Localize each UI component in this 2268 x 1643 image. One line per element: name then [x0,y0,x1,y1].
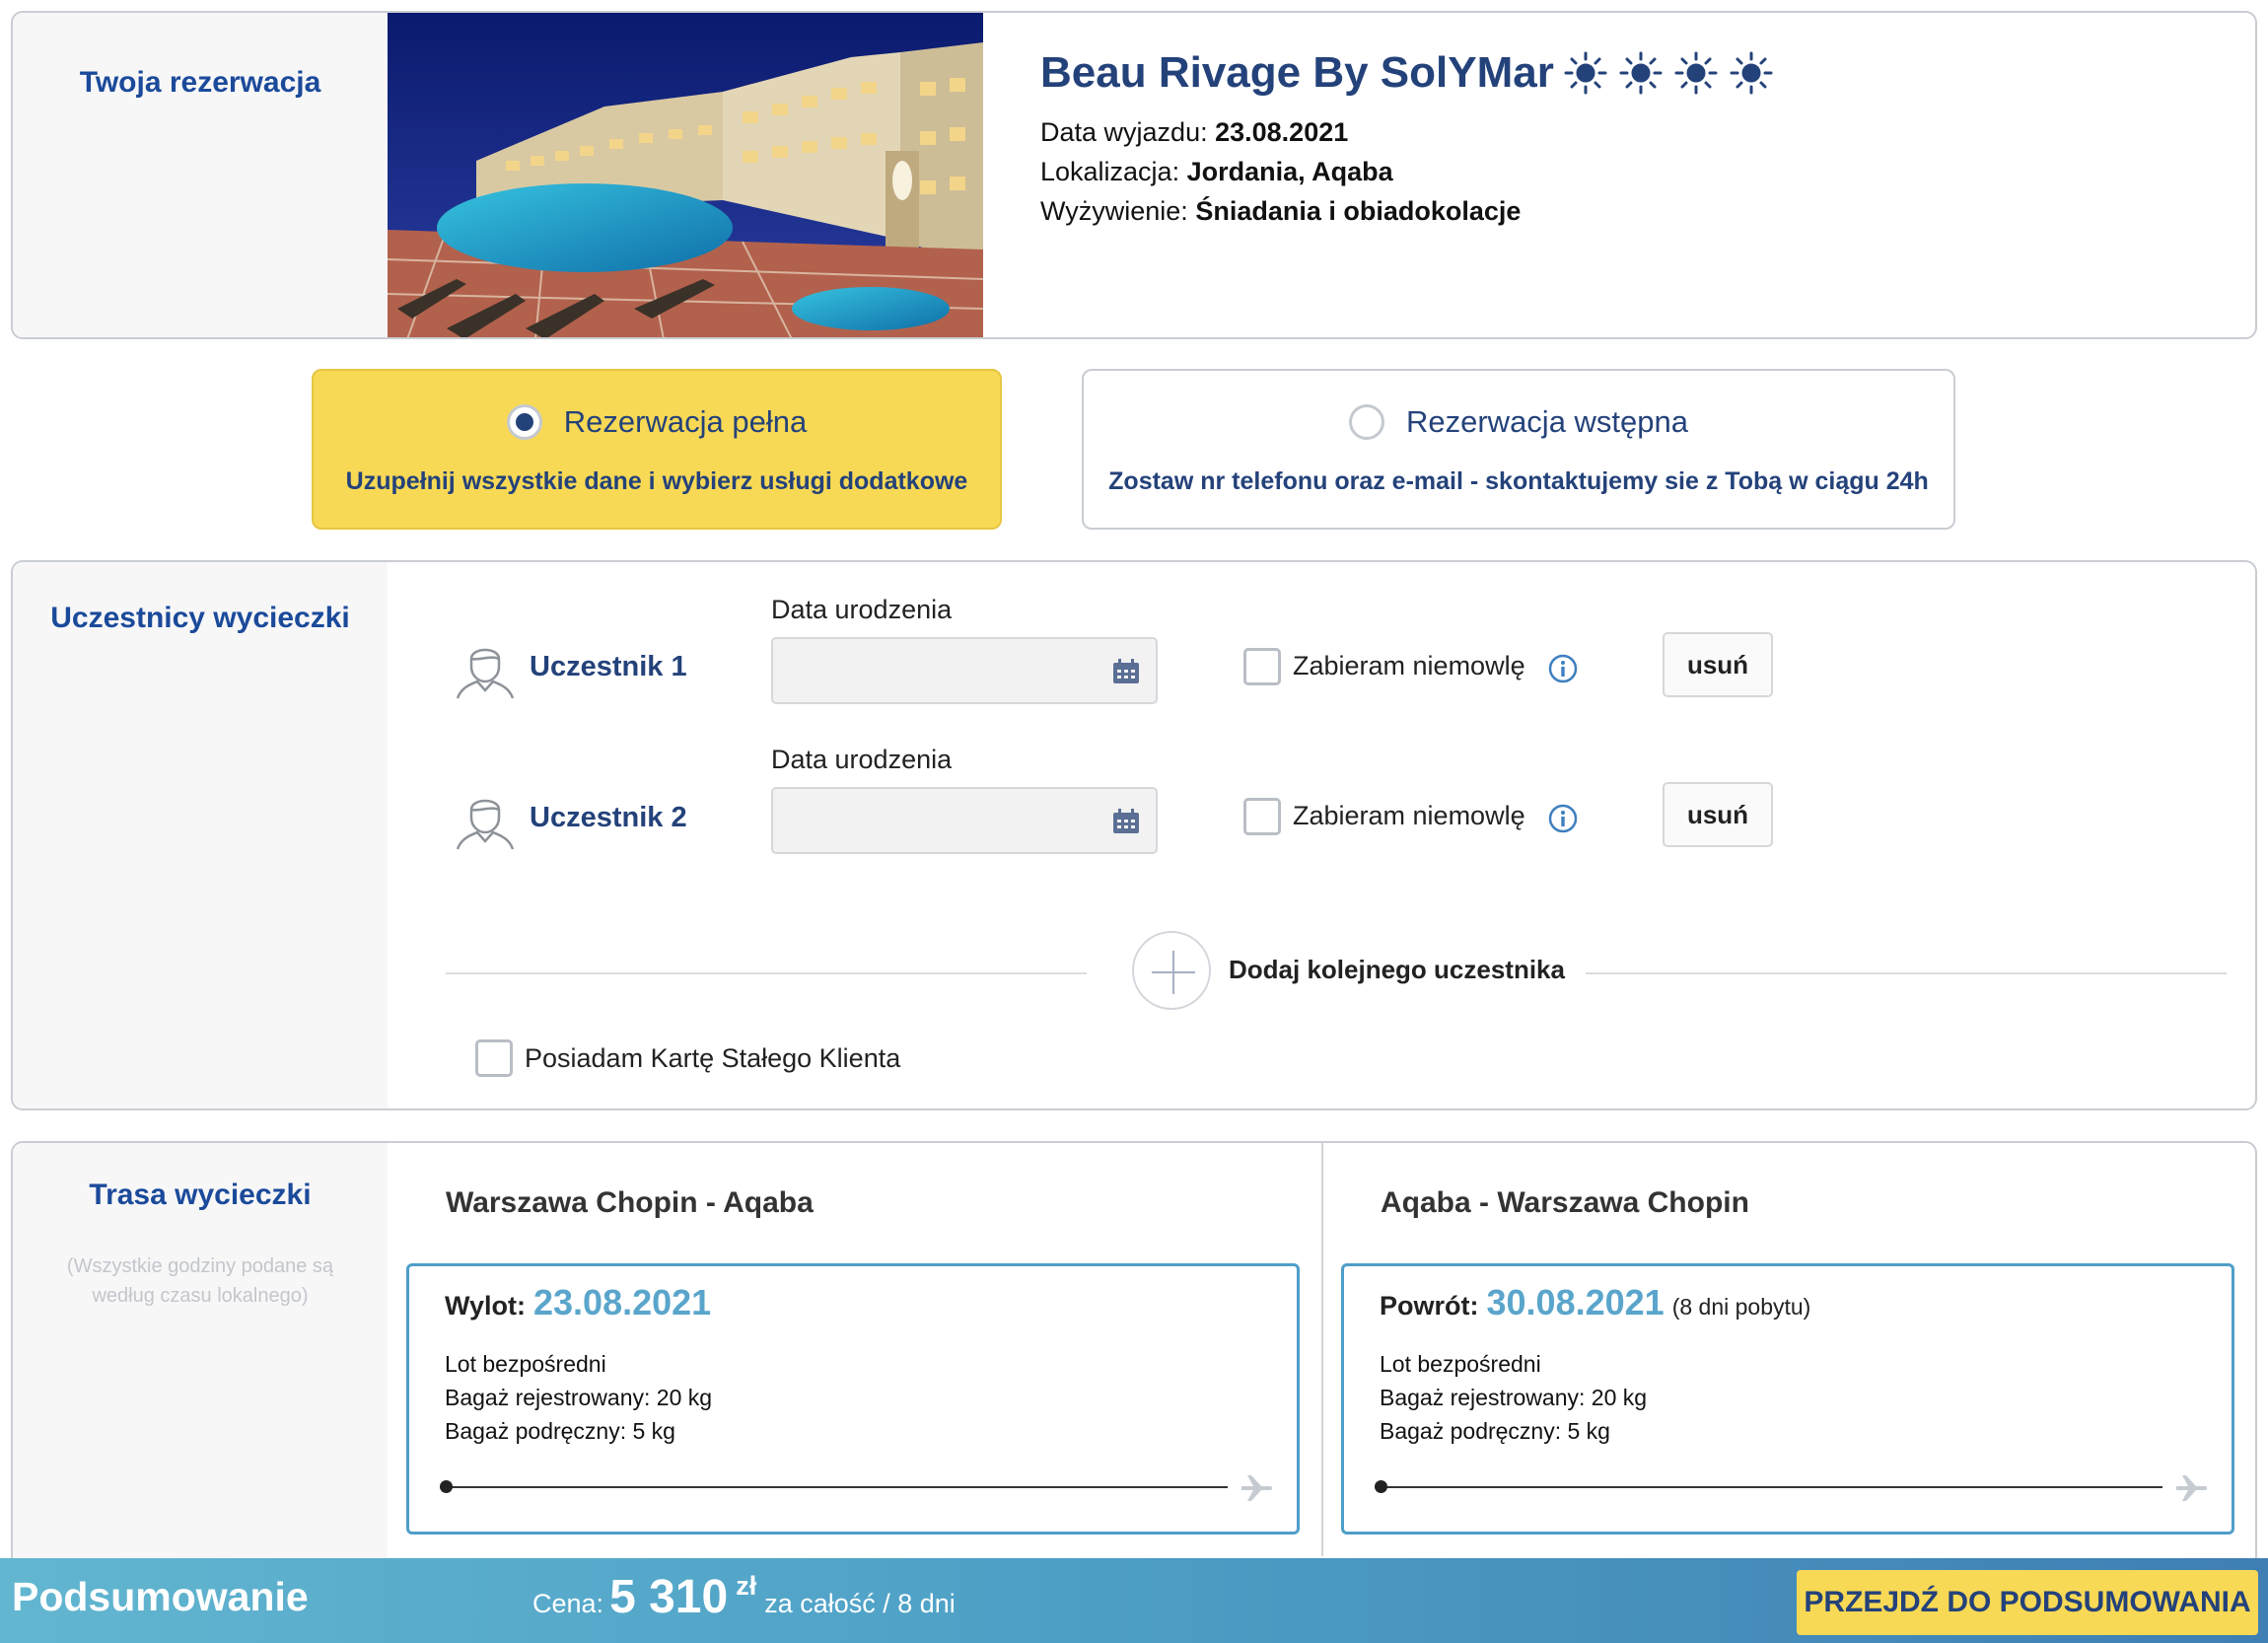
outbound-flight-date: 23.08.2021 [533,1282,712,1322]
participant-2-infant-checkbox[interactable] [1243,798,1281,835]
hotel-name-text: Beau Rivage By SolYMar [1040,48,1554,97]
add-participant-icon[interactable] [1132,931,1211,1010]
inbound-route-title: Aqaba - Warszawa Chopin [1381,1186,1749,1219]
location-line: Lokalizacja: Jordania, Aqaba [1040,157,1393,187]
add-participant-button[interactable]: Dodaj kolejnego uczestnika [1229,955,1565,985]
participant-1-dob-label: Data urodzenia [771,595,953,624]
sun-star-icon [1730,51,1773,95]
calendar-icon[interactable] [1112,809,1140,834]
route-column-divider [1321,1142,1323,1556]
inbound-flight-label: Powrót: [1380,1291,1479,1321]
sun-star-icon [1564,51,1607,95]
participant-2-infant-label: Zabieram niemowlę [1293,801,1525,830]
inbound-timeline-start-dot [1375,1480,1387,1493]
sun-star-icon [1674,51,1718,95]
booking-option-full-subtitle: Uzupełnij wszystkie dane i wybierz usług… [345,467,968,495]
inbound-checked-baggage: Bagaż rejestrowany: 20 kg [1380,1385,1648,1410]
inbound-flight-date: 30.08.2021 [1486,1282,1665,1322]
summary-bar: Podsumowanie Cena: 5 310 zł za całość / … [0,1558,2268,1643]
price-label: Cena: [532,1589,604,1618]
sun-star-icon [1619,51,1663,95]
plus-icon[interactable] [1134,933,1213,1012]
board-line: Wyżywienie: Śniadania i obiadokolacje [1040,196,1521,227]
reservation-sidebar: Twoja rezerwacja [13,13,388,337]
divider-left [446,972,1087,974]
outbound-timeline-start-dot [440,1480,453,1493]
participants-section-title: Uczestnicy wycieczki [50,602,350,634]
hotel-photo-illustration [388,13,983,337]
participant-2-dob-input[interactable] [771,787,1158,854]
hotel-photo [388,13,983,337]
participants-sidebar: Uczestnicy wycieczki [13,562,388,1108]
departure-date-label: Data wyjazdu: [1040,117,1208,147]
price-note: za całość / 8 dni [764,1589,956,1618]
board-value: Śniadania i obiadokolacje [1195,196,1522,226]
participant-2-name: Uczestnik 2 [530,802,687,833]
outbound-route-title: Warszawa Chopin - Aqaba [446,1186,814,1219]
inbound-flight-head: Powrót: 30.08.2021 (8 dni pobytu) [1380,1282,1810,1323]
outbound-hand-baggage: Bagaż podręczny: 5 kg [445,1418,675,1444]
booking-option-preliminary[interactable]: Rezerwacja wstępna Zostaw nr telefonu or… [1082,369,1955,530]
participant-1-infant-checkbox[interactable] [1243,648,1281,685]
outbound-flight-type: Lot bezpośredni [445,1351,606,1377]
booking-option-full-head: Rezerwacja pełna [314,404,1000,440]
go-to-summary-button[interactable]: PRZEJDŹ DO PODSUMOWANIA [1797,1570,2258,1635]
booking-option-preliminary-title: Rezerwacja wstępna [1405,404,1689,439]
radio-selected-icon[interactable] [506,404,542,440]
participant-1-remove-button[interactable]: usuń [1663,632,1773,697]
inbound-hand-baggage: Bagaż podręczny: 5 kg [1380,1418,1610,1444]
outbound-flight-head: Wylot: 23.08.2021 [445,1282,711,1323]
location-value: Jordania, Aqaba [1186,157,1393,186]
outbound-flight-label: Wylot: [445,1291,526,1321]
participant-2-dob-label: Data urodzenia [771,745,953,774]
person-avatar-icon [456,799,515,850]
loyalty-card-checkbox[interactable] [475,1039,513,1077]
price-currency: zł [736,1571,757,1601]
summary-title: Podsumowanie [12,1574,309,1619]
participant-1-name: Uczestnik 1 [530,651,687,682]
airplane-icon [2176,1475,2208,1501]
participant-2-remove-button[interactable]: usuń [1663,782,1773,847]
outbound-flight-timeline [445,1486,1228,1488]
loyalty-card-label: Posiadam Kartę Stałego Klienta [525,1043,901,1073]
participant-1-infant-label: Zabieram niemowlę [1293,651,1525,680]
board-label: Wyżywienie: [1040,196,1188,226]
hotel-rating [1564,51,1773,95]
summary-price: Cena: 5 310 zł za całość / 8 dni [532,1570,956,1624]
price-value: 5 310 [609,1571,729,1623]
route-timezone-note: (Wszystkie godziny podane są według czas… [66,1255,334,1307]
outbound-flight-card: Wylot: 23.08.2021 Lot bezpośredni Bagaż … [406,1263,1300,1535]
inbound-flight-timeline [1380,1486,2162,1488]
participant-1-dob-input[interactable] [771,637,1158,704]
hotel-name: Beau Rivage By SolYMar [1040,48,1773,98]
inbound-flight-card: Powrót: 30.08.2021 (8 dni pobytu) Lot be… [1341,1263,2234,1535]
reservation-section-title: Twoja rezerwacja [79,66,321,99]
departure-date-line: Data wyjazdu: 23.08.2021 [1040,117,1348,148]
info-icon[interactable] [1548,654,1578,683]
outbound-checked-baggage: Bagaż rejestrowany: 20 kg [445,1385,713,1410]
person-avatar-icon [456,648,515,699]
divider-right [1586,972,2227,974]
inbound-flight-type: Lot bezpośredni [1380,1351,1541,1377]
booking-option-preliminary-head: Rezerwacja wstępna [1084,404,1953,440]
departure-date-value: 23.08.2021 [1215,117,1349,147]
radio-unselected-icon[interactable] [1348,404,1384,440]
location-label: Lokalizacja: [1040,157,1180,186]
reservation-panel: Twoja rezerwacja Beau Rivage By SolYMar … [11,11,2257,339]
route-section-title: Trasa wycieczki [89,1179,312,1211]
booking-option-preliminary-subtitle: Zostaw nr telefonu oraz e-mail - skontak… [1108,467,1929,495]
info-icon[interactable] [1548,804,1578,833]
booking-option-full-title: Rezerwacja pełna [563,404,808,439]
stay-length-note: (8 dni pobytu) [1671,1294,1811,1320]
calendar-icon[interactable] [1112,659,1140,684]
booking-option-full[interactable]: Rezerwacja pełna Uzupełnij wszystkie dan… [312,369,1002,530]
airplane-icon [1241,1475,1273,1501]
